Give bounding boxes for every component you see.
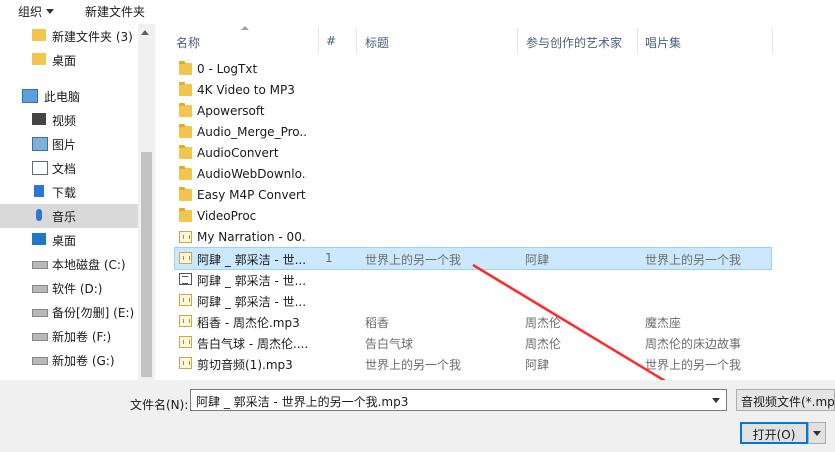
filename-dropdown[interactable] [707, 389, 727, 411]
filename-label: 文件名(N): [130, 398, 189, 412]
open-dropdown[interactable] [808, 422, 826, 444]
chevron-down-icon [813, 431, 821, 436]
chevron-down-icon [712, 398, 720, 403]
filename-input[interactable]: 阿肆 _ 郭采洁 - 世界上的另一个我.mp3 [190, 389, 708, 411]
open-button[interactable]: 打开(O) [740, 422, 808, 444]
filetype-select[interactable]: 音视频文件(*.mp4 [736, 389, 835, 411]
